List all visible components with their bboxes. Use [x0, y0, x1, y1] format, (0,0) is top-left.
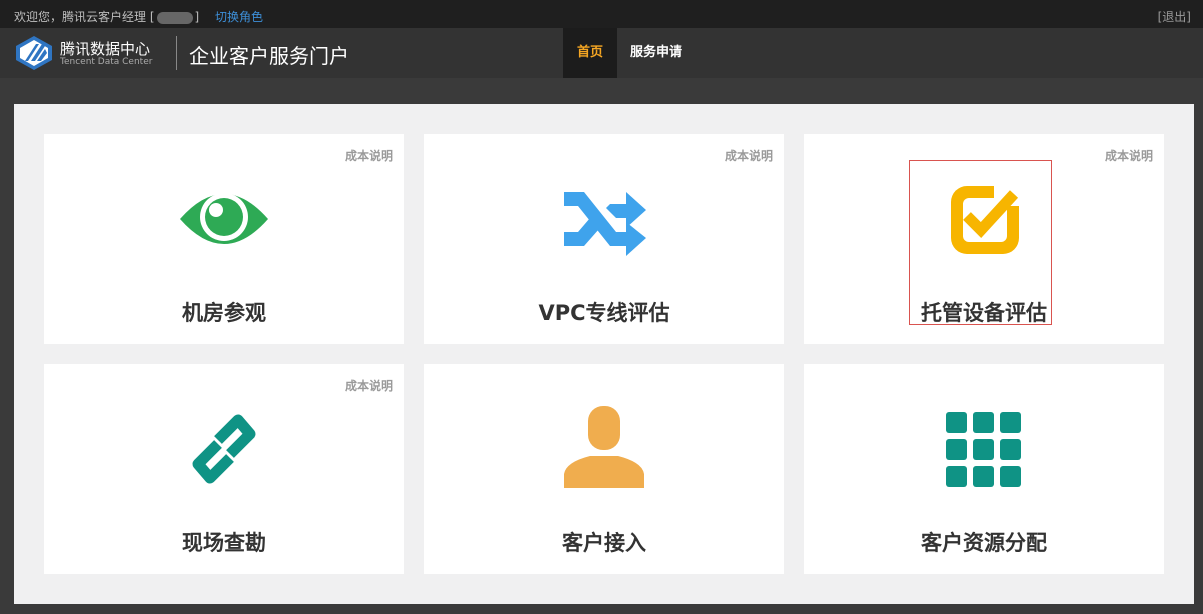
link-icon — [192, 414, 256, 484]
eye-icon — [180, 193, 268, 244]
card-label: 客户接入 — [562, 531, 646, 555]
cost-explanation-link[interactable]: 成本说明 — [725, 147, 773, 164]
card-customer-access[interactable]: 客户接入 — [424, 364, 784, 574]
brand-name-en: Tencent Data Center — [60, 57, 153, 67]
card-site-survey[interactable]: 成本说明 现场查勘 — [44, 364, 404, 574]
card-label: 现场查勘 — [182, 531, 266, 555]
welcome-label: 欢迎您，腾讯云客户经理 [ — [14, 10, 155, 24]
shuffle-icon — [564, 192, 646, 256]
welcome-bracket: ] — [194, 10, 200, 24]
nav-home-tab[interactable]: 首页 — [563, 28, 617, 78]
card-customer-resource-allocation[interactable]: 客户资源分配 — [804, 364, 1164, 574]
top-bar: 欢迎您，腾讯云客户经理 [] 切换角色 [退出] — [0, 0, 1203, 28]
header: 腾讯数据中心 Tencent Data Center 企业客户服务门户 首页 服… — [0, 28, 1203, 78]
card-vpc-line-eval[interactable]: 成本说明 VPC专线评估 — [424, 134, 784, 344]
welcome-text: 欢迎您，腾讯云客户经理 [] — [14, 8, 199, 25]
nav-service-apply-tab[interactable]: 服务申请 — [630, 28, 682, 78]
card-label: VPC专线评估 — [538, 301, 670, 325]
main-panel: 成本说明 机房参观 成本说明 VPC专线评估 成本说明 托管设备评估 成本说明 … — [14, 104, 1194, 604]
brand-name-cn: 腾讯数据中心 — [60, 40, 151, 58]
card-datacenter-visit[interactable]: 成本说明 机房参观 — [44, 134, 404, 344]
card-label: 机房参观 — [182, 301, 266, 325]
switch-role-link[interactable]: 切换角色 — [215, 8, 263, 25]
portal-title: 企业客户服务门户 — [189, 44, 349, 68]
cost-explanation-link[interactable]: 成本说明 — [345, 377, 393, 394]
user-icon — [564, 406, 644, 488]
check-icon — [951, 184, 1024, 254]
card-hosted-device-eval[interactable]: 成本说明 托管设备评估 — [804, 134, 1164, 344]
card-label: 托管设备评估 — [921, 301, 1047, 325]
masked-username — [156, 11, 193, 24]
logout-link[interactable]: [退出] — [1158, 8, 1191, 25]
cost-explanation-link[interactable]: 成本说明 — [1105, 147, 1153, 164]
header-divider — [176, 36, 177, 70]
tencent-logo-icon — [16, 36, 52, 70]
cost-explanation-link[interactable]: 成本说明 — [345, 147, 393, 164]
grid-icon — [946, 412, 1021, 487]
card-label: 客户资源分配 — [921, 531, 1047, 555]
